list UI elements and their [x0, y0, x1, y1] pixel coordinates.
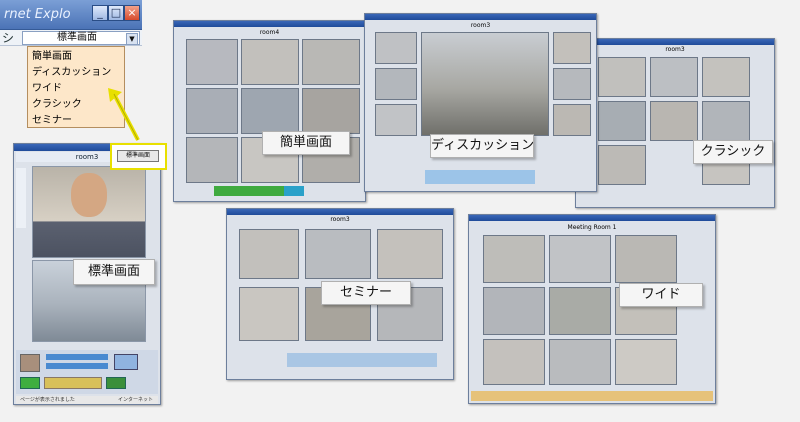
video-tile — [186, 88, 238, 134]
control-bar[interactable] — [471, 391, 713, 401]
ie-window-title: rnet Explo — [4, 7, 71, 22]
mode-select[interactable]: 標準画面 ▼ — [22, 31, 140, 45]
main-video — [32, 166, 146, 258]
menu-item-discussion[interactable]: ディスカッション — [32, 65, 124, 80]
yellow-button[interactable] — [44, 377, 102, 389]
video-tile — [702, 57, 750, 97]
participant-face — [71, 173, 107, 217]
caption-simple: 簡単画面 — [262, 131, 350, 155]
video-tile — [186, 39, 238, 85]
level-meter — [46, 363, 108, 369]
main-video — [421, 32, 549, 136]
menu-item-simple[interactable]: 簡単画面 — [32, 49, 124, 64]
video-tile — [241, 39, 299, 85]
video-tile — [186, 137, 238, 183]
video-tile — [375, 68, 417, 100]
room-title: Meeting Room 1 — [567, 224, 617, 231]
video-tile — [549, 235, 611, 283]
close-button[interactable]: × — [124, 5, 140, 21]
window-titlebar — [174, 21, 365, 27]
video-tile — [483, 339, 545, 385]
video-tile — [377, 229, 443, 279]
control-panel — [16, 350, 158, 394]
window-titlebar — [469, 215, 715, 221]
video-tile — [305, 229, 371, 279]
self-preview — [20, 354, 40, 372]
room-title: room3 — [330, 216, 350, 223]
room-title: room3 — [665, 46, 685, 53]
video-tile — [549, 339, 611, 385]
caption-wide: ワイド — [619, 283, 703, 307]
green-button[interactable] — [20, 377, 40, 389]
minimize-button[interactable]: _ — [92, 5, 108, 21]
video-tile — [375, 104, 417, 136]
video-tile — [615, 339, 677, 385]
video-tile — [615, 235, 677, 283]
status-bar: ページが表示されました インターネット — [16, 396, 158, 404]
video-tile — [702, 101, 750, 141]
video-tile — [650, 57, 698, 97]
video-tile — [241, 88, 299, 134]
video-tile — [650, 101, 698, 141]
maximize-button[interactable]: □ — [108, 5, 124, 21]
video-tile — [553, 104, 591, 136]
highlight-box: 標準画面 — [110, 143, 167, 170]
video-tile — [483, 287, 545, 335]
chevron-down-icon[interactable]: ▼ — [126, 33, 138, 45]
video-tile — [553, 68, 591, 100]
video-tile — [598, 101, 646, 141]
control-panel[interactable] — [287, 353, 437, 367]
video-tile — [553, 32, 591, 64]
window-titlebar — [365, 14, 596, 20]
video-tile — [375, 32, 417, 64]
classic-view-window: room3 — [575, 38, 775, 208]
caption-classic: クラシック — [693, 140, 773, 164]
control-panel[interactable] — [425, 170, 535, 184]
control-button[interactable] — [284, 186, 304, 196]
mode-button[interactable]: 標準画面 — [117, 150, 159, 162]
caption-discussion: ディスカッション — [430, 134, 534, 158]
mode-select-value: 標準画面 — [57, 32, 97, 43]
logo-icon: シ — [2, 31, 15, 45]
volume-slider[interactable] — [16, 168, 26, 228]
video-tile — [239, 287, 299, 341]
status-left: ページが表示されました — [20, 397, 75, 403]
video-tile — [598, 57, 646, 97]
discussion-view-window: room3 — [364, 13, 597, 192]
video-tile — [483, 235, 545, 283]
settings-button[interactable] — [114, 354, 138, 370]
level-meter — [46, 354, 108, 360]
simple-view-window: room4 — [173, 20, 366, 202]
room-title: room4 — [259, 29, 280, 36]
caption-seminar: セミナー — [321, 281, 411, 305]
caption-standard: 標準画面 — [73, 259, 155, 285]
room-title: room3 — [470, 22, 491, 29]
video-tile — [239, 229, 299, 279]
video-tile — [549, 287, 611, 335]
wide-view-window: Meeting Room 1 — [468, 214, 716, 404]
video-tile — [302, 39, 360, 85]
video-tile — [302, 88, 360, 134]
status-right: インターネット — [118, 397, 154, 403]
green-button[interactable] — [106, 377, 126, 389]
video-tile — [598, 145, 646, 185]
